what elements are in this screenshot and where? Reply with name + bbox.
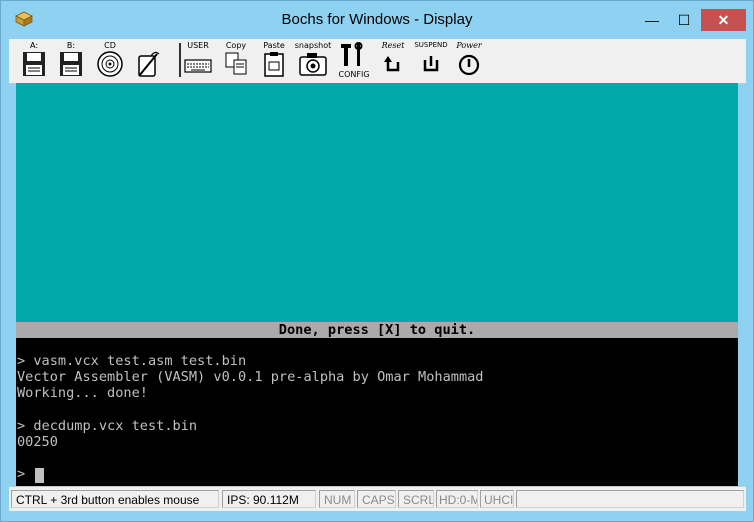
uhci-indicator: UHCI (480, 490, 514, 508)
display-cyan-area (16, 83, 738, 322)
bochs-window: Bochs for Windows - Display — ☐ ✕ A: B: (0, 0, 754, 522)
floppy-b-icon (60, 52, 82, 76)
status-empty-cell (516, 490, 744, 508)
hd-indicator: HD:0-M (436, 490, 478, 508)
terminal-line: Working... done! (17, 385, 148, 402)
user-keyboard-icon (184, 59, 212, 73)
suspend-icon (423, 56, 439, 72)
toolbar: A: B: CD USER Copy Paste snapshot CONFIG… (9, 39, 746, 84)
cdrom-button[interactable]: CD (93, 41, 127, 79)
floppy-b-label: B: (66, 41, 76, 50)
copy-icon (225, 52, 247, 75)
floppy-b-button[interactable]: B: (54, 41, 88, 79)
minimize-icon: — (645, 12, 659, 28)
terminal-output: > vasm.vcx test.asm test.bin Vector Assem… (17, 353, 737, 450)
user-button[interactable]: USER (181, 41, 215, 79)
scrl-indicator: SCRL (398, 490, 434, 508)
display-status-line: Done, press [X] to quit. (16, 322, 738, 338)
terminal-prompt: > (17, 466, 26, 482)
floppy-a-icon (23, 52, 45, 76)
reset-icon (384, 56, 400, 72)
mouse-button[interactable] (131, 41, 165, 79)
reset-label: Reset (381, 41, 405, 50)
terminal-line: > vasm.vcx test.asm test.bin (17, 353, 247, 369)
cdrom-icon (97, 51, 123, 77)
cdrom-label: CD (104, 41, 116, 50)
config-icon (341, 42, 363, 66)
maximize-icon: ☐ (677, 11, 691, 28)
suspend-button[interactable]: SUSPEND (413, 41, 449, 79)
minimize-button[interactable]: — (637, 9, 667, 31)
camera-icon (299, 53, 327, 76)
snapshot-label: snapshot (294, 41, 332, 50)
title-bar[interactable]: Bochs for Windows - Display — ☐ ✕ (1, 1, 753, 39)
floppy-a-button[interactable]: A: (17, 41, 51, 79)
paste-icon (264, 52, 284, 77)
paste-button[interactable]: Paste (257, 41, 291, 79)
user-label: USER (187, 41, 209, 50)
terminal-line: > decdump.vcx test.bin (17, 417, 198, 434)
close-button[interactable]: ✕ (701, 9, 746, 31)
config-label: CONFIG (338, 70, 370, 79)
copy-button[interactable]: Copy (219, 41, 253, 79)
reset-button[interactable]: Reset (375, 41, 411, 79)
floppy-a-label: A: (29, 41, 39, 50)
copy-label: Copy (225, 41, 247, 50)
ips-indicator: IPS: 90.112M (222, 490, 316, 508)
status-bar: CTRL + 3rd button enables mouse IPS: 90.… (9, 486, 746, 511)
paste-label: Paste (263, 41, 285, 50)
snapshot-button[interactable]: snapshot (293, 41, 333, 79)
power-icon (458, 54, 480, 76)
power-button[interactable]: Power (451, 41, 487, 79)
caps-indicator: CAPS (357, 490, 396, 508)
suspend-label: SUSPEND (414, 41, 448, 49)
terminal-line: Vector Assembler (VASM) v0.0.1 pre-alpha… (17, 369, 484, 386)
terminal-line: 00250 (17, 433, 58, 450)
terminal-cursor (35, 468, 44, 483)
config-button[interactable]: CONFIG (337, 41, 371, 79)
maximize-button[interactable]: ☐ (669, 9, 699, 31)
mouse-icon (138, 51, 160, 77)
mouse-hint: CTRL + 3rd button enables mouse (11, 490, 219, 508)
power-label: Power (456, 41, 482, 50)
close-icon: ✕ (717, 11, 730, 28)
num-indicator: NUM (319, 490, 355, 508)
emulator-display[interactable]: Done, press [X] to quit. > vasm.vcx test… (16, 83, 738, 486)
